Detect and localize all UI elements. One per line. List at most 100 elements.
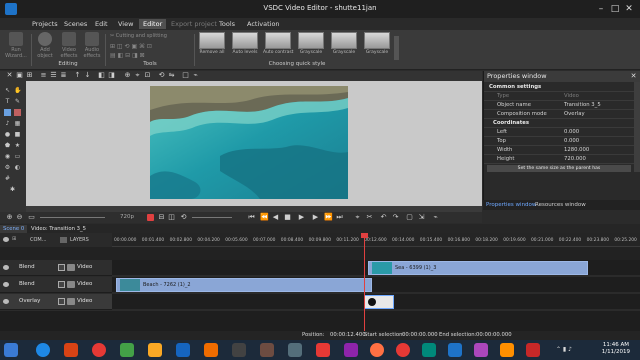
- calculator-icon[interactable]: [232, 343, 246, 357]
- app-icon[interactable]: [474, 343, 488, 357]
- rotate-icon[interactable]: ⟲: [158, 72, 165, 79]
- undo-icon[interactable]: ↶: [380, 214, 387, 221]
- app-icon[interactable]: [316, 343, 330, 357]
- minimize-icon[interactable]: –: [594, 2, 608, 16]
- preview-area[interactable]: [26, 81, 482, 206]
- clip-transition[interactable]: [364, 295, 394, 309]
- chrome-icon[interactable]: [92, 343, 106, 357]
- settings-icon[interactable]: ✱: [9, 186, 16, 193]
- section-coordinates[interactable]: Coordinates: [484, 119, 634, 128]
- properties-scrollbar[interactable]: [634, 82, 640, 172]
- select-icon[interactable]: ▣: [16, 72, 23, 79]
- link-icon[interactable]: ⌁: [192, 72, 199, 79]
- app-icon[interactable]: [344, 343, 358, 357]
- volume-slider[interactable]: [192, 217, 232, 218]
- align-center-icon[interactable]: ☰: [50, 72, 57, 79]
- tab-resources-window[interactable]: Resources window: [535, 201, 586, 209]
- clip-beach[interactable]: Beach - 7262 (1)_2: [116, 278, 372, 292]
- layers-toggle[interactable]: [60, 237, 67, 243]
- pointer-icon[interactable]: ⇲: [418, 214, 425, 221]
- close-icon[interactable]: ✕: [622, 2, 636, 16]
- run-wizard-button[interactable]: Run Wizard...: [4, 32, 28, 59]
- subtitle-icon[interactable]: ▭: [14, 153, 21, 160]
- sprite-icon[interactable]: ◉: [4, 153, 11, 160]
- marker-icon[interactable]: ⌖: [354, 214, 361, 221]
- expand-icon[interactable]: ⊞: [12, 236, 16, 242]
- track-mode[interactable]: Blend: [19, 263, 35, 272]
- quick-style-auto-levels[interactable]: Auto levels: [230, 32, 260, 60]
- step-back-icon[interactable]: ⏪: [260, 214, 269, 221]
- row-object-name[interactable]: Object name Transition 3_5: [484, 101, 634, 110]
- quick-style-scroll[interactable]: [394, 36, 399, 60]
- quick-style-grayscale-3[interactable]: Grayscale: [362, 32, 392, 60]
- track-mode[interactable]: Blend: [19, 280, 35, 289]
- audio-effects-button[interactable]: Audio effects: [81, 32, 103, 59]
- clip-sea[interactable]: Sea - 6399 (1)_3: [368, 261, 588, 275]
- cutting-splitting-button[interactable]: ✂ Cutting and splitting: [110, 33, 167, 39]
- zoom-icon[interactable]: ⊕: [124, 72, 131, 79]
- grid-icon[interactable]: ⊞: [26, 72, 33, 79]
- track-lock-checkbox[interactable]: [58, 298, 65, 305]
- tray-icons[interactable]: ⌃ ▮ ♪: [556, 346, 572, 353]
- row-top[interactable]: Top 0.000: [484, 137, 634, 146]
- tab-video-path[interactable]: Video: Transition 3_5: [28, 225, 89, 233]
- snapshot-icon[interactable]: ◫: [168, 214, 175, 221]
- move-down-icon[interactable]: ↓: [84, 72, 91, 79]
- polygon-icon[interactable]: ⬟: [4, 142, 11, 149]
- video-frame[interactable]: [150, 86, 348, 199]
- text-icon[interactable]: T: [4, 98, 11, 105]
- menu-edit[interactable]: Edit: [91, 19, 112, 29]
- vlc-icon[interactable]: [500, 343, 514, 357]
- row-width[interactable]: Width 1280.000: [484, 146, 634, 155]
- quick-style-grayscale-2[interactable]: Grayscale: [329, 32, 359, 60]
- chrome-icon[interactable]: [396, 343, 410, 357]
- loop-icon[interactable]: ⟲: [180, 214, 187, 221]
- quick-style-remove-all[interactable]: Remove all: [197, 32, 227, 60]
- audio-icon[interactable]: ♪: [4, 120, 11, 127]
- app-icon[interactable]: [64, 343, 78, 357]
- vsdc-icon[interactable]: [448, 343, 462, 357]
- rect-icon[interactable]: □: [182, 72, 189, 79]
- start-icon[interactable]: [4, 343, 18, 357]
- quality-select[interactable]: 720p: [120, 214, 134, 220]
- crop-icon[interactable]: ⊡: [144, 72, 151, 79]
- mask-icon[interactable]: ◐: [14, 164, 21, 171]
- quick-style-auto-contrast[interactable]: Auto contrast: [263, 32, 293, 60]
- counter-icon[interactable]: #: [4, 175, 11, 182]
- quick-style-grayscale-1[interactable]: Grayscale: [296, 32, 326, 60]
- clock[interactable]: 11:46 AM 1/11/2019: [602, 342, 630, 356]
- cursor-icon[interactable]: ↖: [4, 87, 11, 94]
- timeline-ruler[interactable]: 00:00.000 00:01.400 00:02.800 00:04.200 00:0…: [112, 233, 640, 247]
- next-frame-icon[interactable]: ▶: [312, 214, 319, 221]
- app-icon[interactable]: [526, 343, 540, 357]
- track-header-selected[interactable]: Overlay Video: [0, 294, 112, 310]
- track-header[interactable]: Blend Video: [0, 260, 112, 276]
- close-icon[interactable]: ✕: [629, 72, 638, 81]
- video-icon[interactable]: [14, 109, 21, 116]
- layer-icon[interactable]: ◧: [98, 72, 105, 79]
- track-mode[interactable]: Overlay: [19, 297, 40, 306]
- rect-select-icon[interactable]: ▢: [406, 214, 413, 221]
- zoom-slider[interactable]: [40, 217, 105, 218]
- snap-icon[interactable]: ⌖: [134, 72, 141, 79]
- menu-activation[interactable]: Activation: [243, 19, 284, 29]
- step-forward-icon[interactable]: ⏩: [324, 214, 333, 221]
- eye-icon[interactable]: [3, 299, 9, 304]
- menu-view[interactable]: View: [114, 19, 137, 29]
- split-screen-icon[interactable]: ⊟: [158, 214, 165, 221]
- app-icon[interactable]: [288, 343, 302, 357]
- playhead[interactable]: [364, 233, 365, 331]
- tab-scene[interactable]: Scene 0: [0, 225, 28, 233]
- maximize-icon[interactable]: □: [608, 2, 622, 16]
- cut-icon[interactable]: ✂: [366, 214, 373, 221]
- align-icon[interactable]: ≡: [40, 72, 47, 79]
- app-icon[interactable]: [204, 343, 218, 357]
- eye-icon[interactable]: [3, 265, 9, 270]
- flip-icon[interactable]: ⇋: [168, 72, 175, 79]
- app-icon[interactable]: [120, 343, 134, 357]
- redo-icon[interactable]: ↷: [392, 214, 399, 221]
- pen-icon[interactable]: ✎: [14, 98, 21, 105]
- section-common-settings[interactable]: Common settings: [484, 83, 634, 92]
- circle-icon[interactable]: ●: [4, 131, 11, 138]
- row-height[interactable]: Height 720.000: [484, 155, 634, 164]
